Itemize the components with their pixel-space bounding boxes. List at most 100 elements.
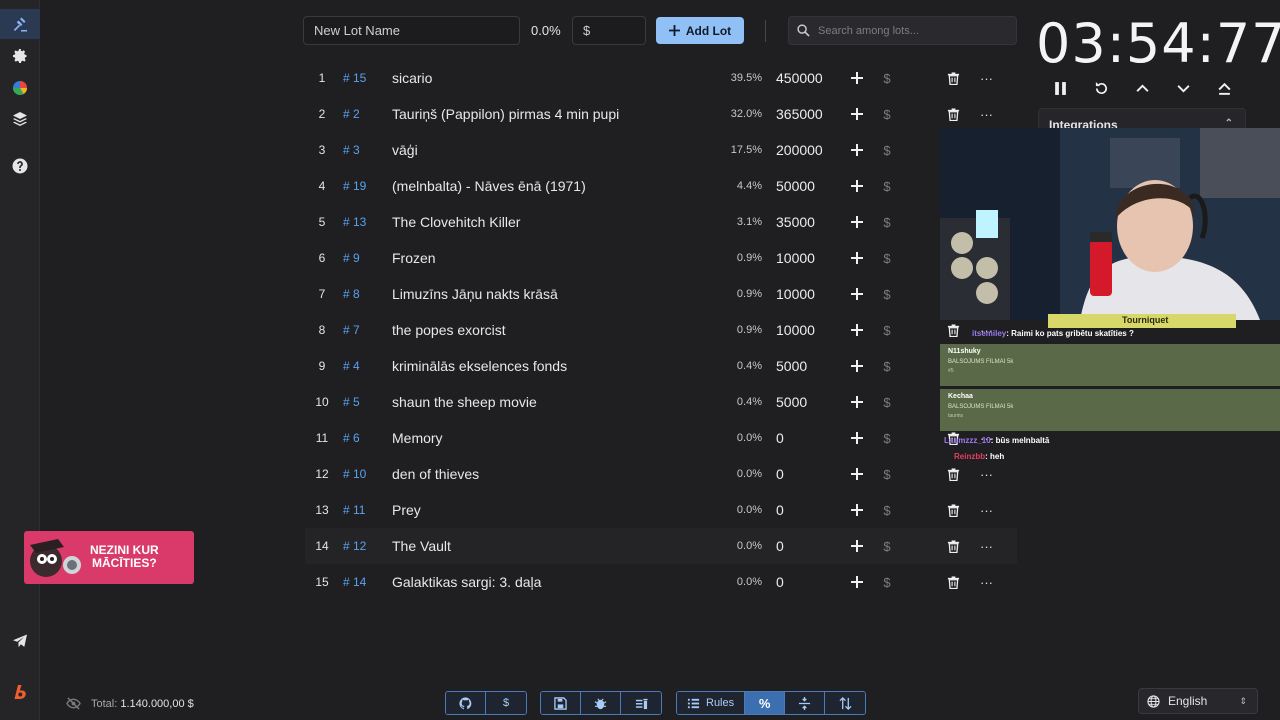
clear-lots-button[interactable] xyxy=(621,692,661,714)
sidebar-item-boosty[interactable] xyxy=(0,677,40,707)
dollar-button[interactable]: $ xyxy=(872,575,902,590)
dollar-button[interactable]: $ xyxy=(872,539,902,554)
sidebar-item-stats[interactable] xyxy=(0,73,40,103)
lot-id-link[interactable]: # 9 xyxy=(339,251,392,265)
lot-id-link[interactable]: # 6 xyxy=(339,431,392,445)
dollar-button[interactable]: $ xyxy=(872,287,902,302)
lot-id-link[interactable]: # 4 xyxy=(339,359,392,373)
eye-off-icon[interactable] xyxy=(66,696,81,711)
add-amount-button[interactable] xyxy=(842,216,872,228)
delete-lot-button[interactable] xyxy=(937,539,970,553)
lot-name[interactable]: the popes exorcist xyxy=(392,322,722,338)
lot-amount[interactable]: 10000 xyxy=(762,322,842,338)
lot-name-input[interactable] xyxy=(303,16,520,45)
lot-name[interactable]: The Vault xyxy=(392,538,722,554)
lot-amount[interactable]: 5000 xyxy=(762,394,842,410)
lot-name[interactable]: (melnbalta) - Nāves ēnā (1971) xyxy=(392,178,722,194)
lot-id-link[interactable]: # 13 xyxy=(339,215,392,229)
lot-id-link[interactable]: # 2 xyxy=(339,107,392,121)
add-amount-button[interactable] xyxy=(842,288,872,300)
lot-amount[interactable]: 10000 xyxy=(762,250,842,266)
more-options-button[interactable]: ··· xyxy=(970,503,1003,518)
promo-banner[interactable]: NEZINI KUR MĀCĪTIES? xyxy=(24,531,194,584)
lot-amount[interactable]: 5000 xyxy=(762,358,842,374)
lot-name[interactable]: shaun the sheep movie xyxy=(392,394,722,410)
lot-amount[interactable]: 365000 xyxy=(762,106,842,122)
percent-view-button[interactable]: % xyxy=(745,692,786,714)
add-amount-button[interactable] xyxy=(842,468,872,480)
dollar-button[interactable]: $ xyxy=(872,395,902,410)
delete-lot-button[interactable] xyxy=(937,575,970,589)
add-lot-button[interactable]: Add Lot xyxy=(656,17,744,44)
rules-button[interactable]: Rules xyxy=(677,692,746,714)
add-amount-button[interactable] xyxy=(842,108,872,120)
sidebar-item-settings[interactable] xyxy=(0,41,40,71)
dollar-button[interactable]: $ xyxy=(872,215,902,230)
search-box[interactable] xyxy=(788,16,1017,45)
dollar-button[interactable]: $ xyxy=(872,179,902,194)
delete-lot-button[interactable] xyxy=(937,107,970,121)
lot-amount[interactable]: 0 xyxy=(762,466,842,482)
lot-id-link[interactable]: # 14 xyxy=(339,575,392,589)
add-amount-button[interactable] xyxy=(842,144,872,156)
dollar-button[interactable]: $ xyxy=(872,251,902,266)
lot-amount[interactable]: 50000 xyxy=(762,178,842,194)
sidebar-item-telegram[interactable] xyxy=(0,626,40,656)
add-amount-button[interactable] xyxy=(842,72,872,84)
add-amount-button[interactable] xyxy=(842,432,872,444)
lot-amount[interactable]: 0 xyxy=(762,574,842,590)
add-amount-button[interactable] xyxy=(842,576,872,588)
lot-name[interactable]: Galaktikas sargi: 3. daļa xyxy=(392,574,722,590)
dollar-button[interactable]: $ xyxy=(872,503,902,518)
lot-id-link[interactable]: # 10 xyxy=(339,467,392,481)
lot-amount[interactable]: 450000 xyxy=(762,70,842,86)
lot-amount[interactable]: 0 xyxy=(762,430,842,446)
dollar-button[interactable]: $ xyxy=(872,143,902,158)
lot-id-link[interactable]: # 8 xyxy=(339,287,392,301)
timer-decrease-button[interactable] xyxy=(1169,78,1197,98)
donate-button[interactable]: $ xyxy=(486,692,526,714)
add-amount-button[interactable] xyxy=(842,252,872,264)
lot-amount[interactable]: 0 xyxy=(762,502,842,518)
language-select[interactable]: English ⇕ xyxy=(1138,688,1258,714)
lot-name[interactable]: sicario xyxy=(392,70,722,86)
more-options-button[interactable]: ··· xyxy=(970,71,1003,86)
github-button[interactable] xyxy=(446,692,486,714)
sidebar-item-help[interactable] xyxy=(0,151,40,181)
lot-name[interactable]: Frozen xyxy=(392,250,722,266)
compact-view-button[interactable] xyxy=(785,692,826,714)
sidebar-item-layers[interactable] xyxy=(0,104,40,134)
dollar-button[interactable]: $ xyxy=(872,323,902,338)
lot-amount[interactable]: 200000 xyxy=(762,142,842,158)
more-options-button[interactable]: ··· xyxy=(970,539,1003,554)
sidebar-item-auction[interactable] xyxy=(0,9,40,39)
lot-id-link[interactable]: # 3 xyxy=(339,143,392,157)
dollar-button[interactable]: $ xyxy=(872,431,902,446)
add-amount-button[interactable] xyxy=(842,504,872,516)
lot-name[interactable]: Memory xyxy=(392,430,722,446)
dollar-button[interactable]: $ xyxy=(872,71,902,86)
more-options-button[interactable]: ··· xyxy=(970,575,1003,590)
lot-name[interactable]: vāģi xyxy=(392,142,722,158)
lot-id-link[interactable]: # 11 xyxy=(339,503,392,517)
lot-amount-input[interactable] xyxy=(572,16,646,45)
lot-name[interactable]: Prey xyxy=(392,502,722,518)
add-amount-button[interactable] xyxy=(842,324,872,336)
lot-id-link[interactable]: # 19 xyxy=(339,179,392,193)
lot-name[interactable]: Tauriņš (Pappilon) pirmas 4 min pupi xyxy=(392,106,722,122)
add-amount-button[interactable] xyxy=(842,180,872,192)
dollar-button[interactable]: $ xyxy=(872,359,902,374)
lot-name[interactable]: kriminālās ekselences fonds xyxy=(392,358,722,374)
more-options-button[interactable]: ··· xyxy=(970,107,1003,122)
delete-lot-button[interactable] xyxy=(937,71,970,85)
lot-amount[interactable]: 10000 xyxy=(762,286,842,302)
lot-name[interactable]: den of thieves xyxy=(392,466,722,482)
lot-id-link[interactable]: # 15 xyxy=(339,71,392,85)
sort-button[interactable] xyxy=(825,692,866,714)
timer-max-button[interactable] xyxy=(1210,78,1238,98)
delete-lot-button[interactable] xyxy=(937,503,970,517)
timer-increase-button[interactable] xyxy=(1128,78,1156,98)
dollar-button[interactable]: $ xyxy=(872,467,902,482)
add-amount-button[interactable] xyxy=(842,360,872,372)
save-button[interactable] xyxy=(541,692,581,714)
